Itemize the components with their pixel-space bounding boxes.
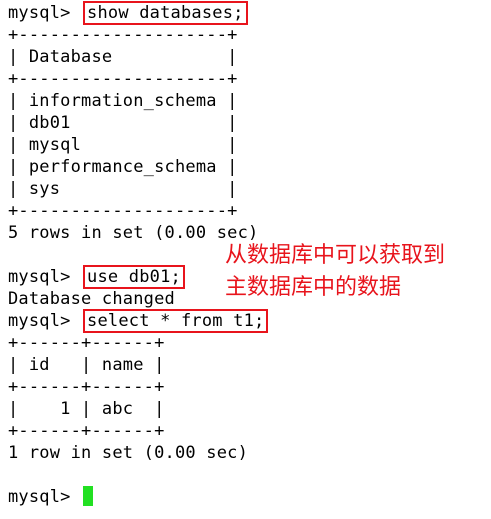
table-header-id-name: | id | name | (8, 355, 165, 375)
text-cursor (83, 486, 94, 506)
prompt: mysql> (8, 311, 82, 331)
result-summary: 5 rows in set (0.00 sec) (8, 223, 259, 243)
prompt-line-select: mysql> select * from t1; (8, 309, 269, 333)
table-border: +--------------------+ (8, 25, 238, 45)
prompt-line-show-databases: mysql> show databases; (8, 1, 248, 25)
prompt-line-current[interactable]: mysql> (8, 486, 94, 508)
command-select-from-t1: select * from t1; (83, 309, 269, 333)
command-show-databases: show databases; (83, 1, 248, 25)
table-border: +--------------------+ (8, 69, 238, 89)
table-border: +------+------+ (8, 421, 165, 441)
table-border: +------+------+ (8, 333, 165, 353)
prompt-line-use-db: mysql> use db01; (8, 265, 185, 289)
table-border: +------+------+ (8, 377, 165, 397)
table-row: | sys | (8, 179, 238, 199)
table-row: | performance_schema | (8, 157, 238, 177)
table-border: +--------------------+ (8, 201, 238, 221)
table-header-database: | Database | (8, 47, 238, 67)
prompt: mysql> (8, 267, 82, 287)
table-row: | information_schema | (8, 91, 238, 111)
result-summary: 1 row in set (0.00 sec) (8, 443, 249, 463)
table-row: | 1 | abc | (8, 399, 165, 419)
prompt: mysql> (8, 3, 82, 23)
table-row: | db01 | (8, 113, 238, 133)
annotation-line-2: 主数据库中的数据 (225, 275, 402, 300)
status-message: Database changed (8, 289, 175, 309)
prompt: mysql> (8, 487, 82, 507)
table-row: | mysql | (8, 135, 238, 155)
terminal-window[interactable]: mysql> show databases; +----------------… (0, 0, 491, 519)
annotation-line-1: 从数据库中可以获取到 (225, 243, 446, 268)
command-use-db01: use db01; (83, 265, 185, 289)
